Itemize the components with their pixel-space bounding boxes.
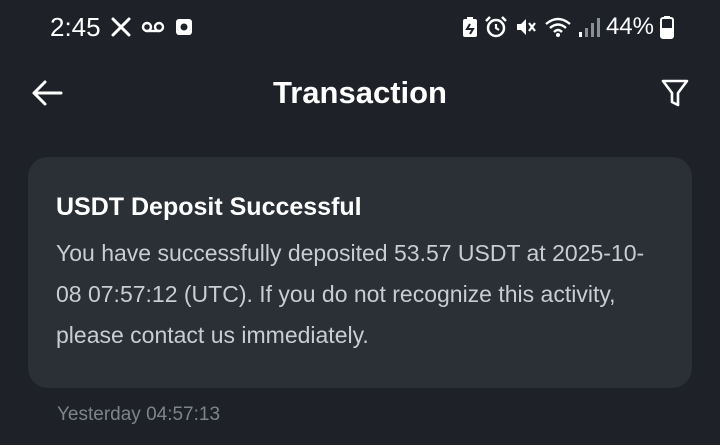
transaction-card[interactable]: USDT Deposit Successful You have success…	[28, 157, 692, 388]
x-logo-icon	[111, 17, 131, 37]
filter-button[interactable]	[660, 77, 690, 109]
filter-icon	[660, 79, 690, 113]
page-title: Transaction	[273, 75, 447, 110]
status-bar: 2:45 44%	[0, 0, 720, 56]
app-header: Transaction	[0, 62, 720, 124]
transaction-timestamp: Yesterday 04:57:13	[57, 404, 221, 425]
battery-icon	[660, 15, 674, 39]
mute-icon	[514, 16, 538, 38]
signal-icon	[578, 16, 600, 38]
card-title: USDT Deposit Successful	[56, 193, 362, 221]
status-left: 2:45	[50, 12, 193, 42]
card-message: You have successfully deposited 53.57 US…	[56, 240, 645, 348]
battery-percent: 44%	[605, 13, 654, 40]
voicemail-icon	[141, 20, 165, 34]
status-right: 44%	[462, 12, 674, 42]
wifi-icon	[544, 16, 572, 38]
battery-saver-icon	[462, 16, 478, 38]
notification-app-icon	[175, 18, 193, 36]
alarm-icon	[484, 15, 508, 39]
status-time: 2:45	[50, 12, 101, 42]
